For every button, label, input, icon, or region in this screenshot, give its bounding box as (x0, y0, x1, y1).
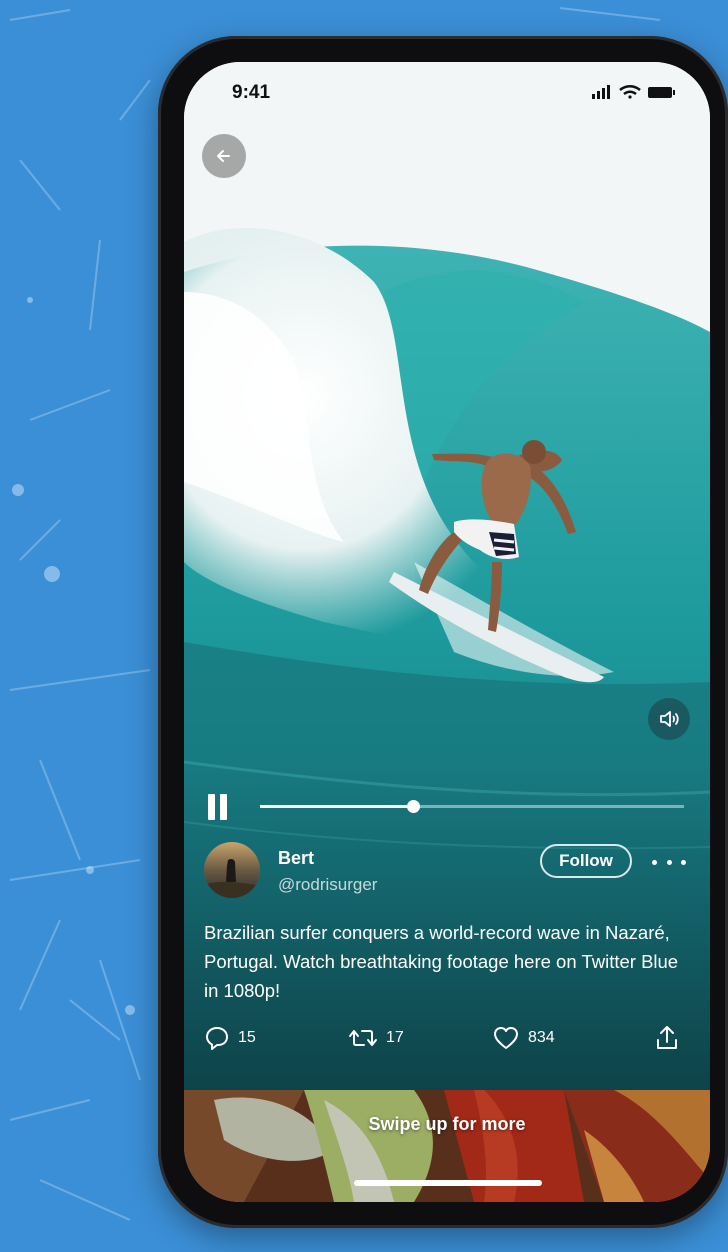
status-icons (592, 85, 675, 99)
battery-icon (648, 87, 675, 98)
back-button[interactable] (202, 134, 246, 178)
share-icon (657, 1026, 677, 1049)
video-player-screen: 9:41 Bert @rodrisurger Follow Brazilian … (184, 62, 710, 1202)
tweet-actions: 15 17 834 (184, 1022, 710, 1054)
like-count: 834 (528, 1029, 555, 1046)
speaker-icon (660, 711, 679, 727)
swipe-up-hint: Swipe up for more (368, 1114, 526, 1134)
follow-button[interactable]: Follow (540, 844, 632, 878)
progress-fill (260, 805, 413, 808)
signal-icon (592, 85, 610, 99)
more-options-button[interactable] (652, 852, 686, 872)
home-indicator[interactable] (354, 1180, 542, 1186)
heart-icon (494, 1027, 518, 1049)
author-name[interactable]: Bert (278, 848, 314, 869)
reply-count: 15 (238, 1029, 256, 1046)
author-handle[interactable]: @rodrisurger (278, 875, 377, 895)
retweet-count: 17 (386, 1029, 404, 1046)
progress-scrubber[interactable] (406, 800, 420, 813)
arrow-left-icon (217, 150, 230, 162)
pause-button[interactable] (208, 794, 232, 820)
wifi-icon (619, 85, 641, 99)
tweet-text: Brazilian surfer conquers a world-record… (204, 922, 679, 1001)
share-button[interactable] (654, 1022, 680, 1054)
reply-button[interactable]: 15 (204, 1022, 256, 1054)
more-horizontal-icon (652, 859, 657, 865)
video-progress-bar[interactable] (260, 800, 684, 813)
avatar[interactable] (204, 842, 260, 898)
retweet-button[interactable]: 17 (348, 1022, 404, 1054)
sound-toggle-button[interactable] (648, 698, 690, 740)
retweet-icon (349, 1030, 377, 1046)
like-button[interactable]: 834 (492, 1022, 555, 1054)
comment-icon (206, 1027, 228, 1050)
status-time: 9:41 (232, 82, 271, 103)
pause-icon (208, 794, 215, 820)
status-bar: 9:41 (184, 62, 710, 118)
